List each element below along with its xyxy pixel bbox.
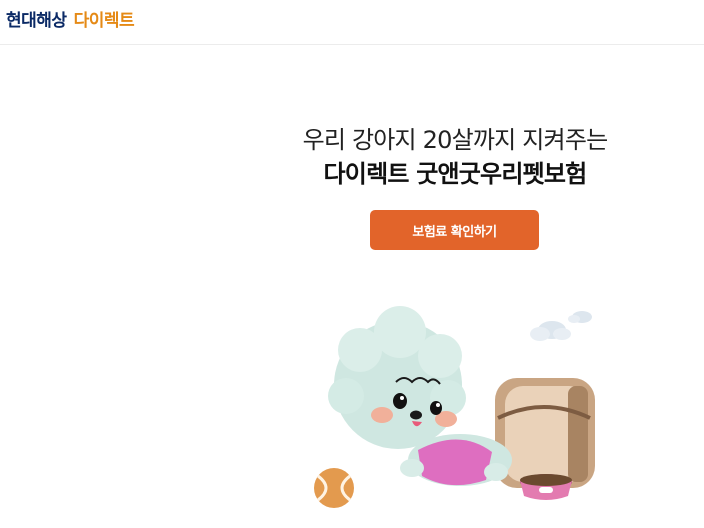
pet-carrier bbox=[495, 378, 595, 488]
hero-headline-line1: 우리 강아지 20살까지 지켜주는 bbox=[302, 126, 609, 154]
logo-brand-text: 현대해상 bbox=[6, 10, 67, 31]
logo-direct-text: 다이렉트 bbox=[73, 10, 135, 31]
hero-headline-line2: 다이렉트 굿앤굿우리펫보험 bbox=[323, 160, 588, 188]
cloud-icon bbox=[530, 311, 592, 341]
check-premium-button[interactable]: 보험료 확인하기 bbox=[370, 210, 539, 250]
site-header: 현대해상 다이렉트 bbox=[0, 0, 704, 45]
tennis-ball-icon bbox=[314, 468, 354, 508]
puppy-character bbox=[328, 306, 512, 486]
brand-logo[interactable]: 현대해상 다이렉트 bbox=[6, 5, 135, 31]
puppy-illustration bbox=[314, 306, 595, 508]
food-bowl bbox=[520, 474, 572, 500]
